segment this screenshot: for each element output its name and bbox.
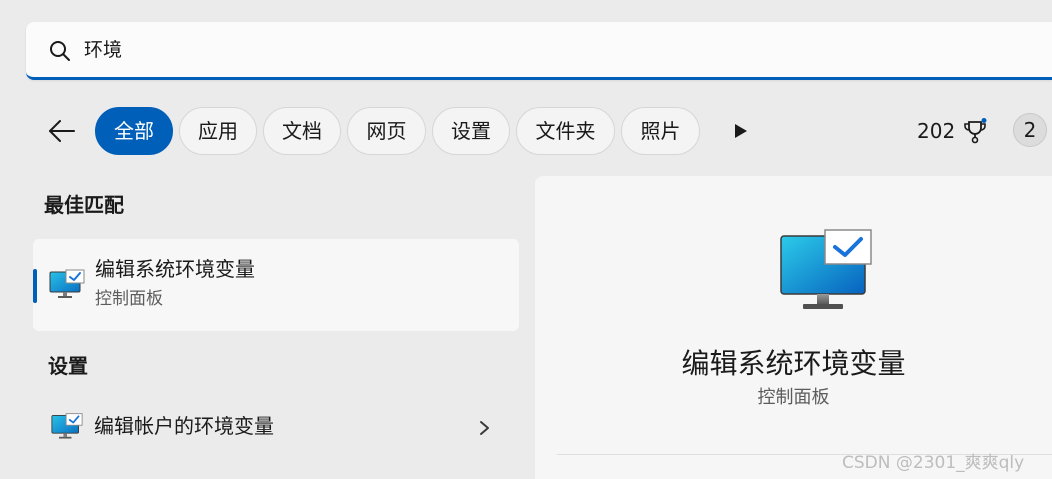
back-arrow-icon[interactable]: [44, 114, 78, 148]
account-avatar[interactable]: 2: [1013, 113, 1047, 147]
filter-chip-documents[interactable]: 文档: [263, 107, 341, 155]
filter-chip-settings[interactable]: 设置: [432, 107, 510, 155]
detail-panel: 编辑系统环境变量 控制面板: [535, 176, 1052, 479]
filter-chip-apps[interactable]: 应用: [179, 107, 257, 155]
rewards-points: 202: [917, 119, 956, 143]
watermark: CSDN @2301_爽爽qly: [842, 453, 1025, 473]
detail-title: 编辑系统环境变量: [681, 347, 906, 380]
monitor-checkmark-icon: [49, 269, 85, 298]
monitor-checkmark-icon: [51, 413, 83, 439]
best-match-result[interactable]: 编辑系统环境变量 控制面板: [33, 239, 519, 331]
selection-indicator: [33, 269, 37, 303]
filter-chip-all[interactable]: 全部: [95, 107, 173, 155]
settings-item-title: 编辑帐户的环境变量: [94, 414, 274, 438]
best-match-title: 编辑系统环境变量: [95, 257, 255, 281]
search-icon: [50, 41, 70, 61]
rewards-trophy-icon[interactable]: [961, 117, 989, 145]
filter-chip-folders[interactable]: 文件夹: [516, 107, 615, 155]
monitor-checkmark-icon: [780, 229, 872, 309]
best-match-subtitle: 控制面板: [95, 289, 163, 309]
search-input[interactable]: 环境: [84, 37, 122, 63]
best-match-heading: 最佳匹配: [44, 193, 124, 217]
search-box[interactable]: 环境: [26, 22, 1052, 80]
settings-heading: 设置: [48, 354, 88, 378]
filter-chip-photos[interactable]: 照片: [621, 107, 700, 155]
detail-subtitle: 控制面板: [757, 387, 830, 408]
more-filters-arrow-icon[interactable]: [728, 119, 752, 143]
settings-result-item[interactable]: 编辑帐户的环境变量: [33, 402, 519, 454]
filter-chip-web[interactable]: 网页: [347, 107, 426, 155]
chevron-right-icon[interactable]: [476, 417, 494, 439]
